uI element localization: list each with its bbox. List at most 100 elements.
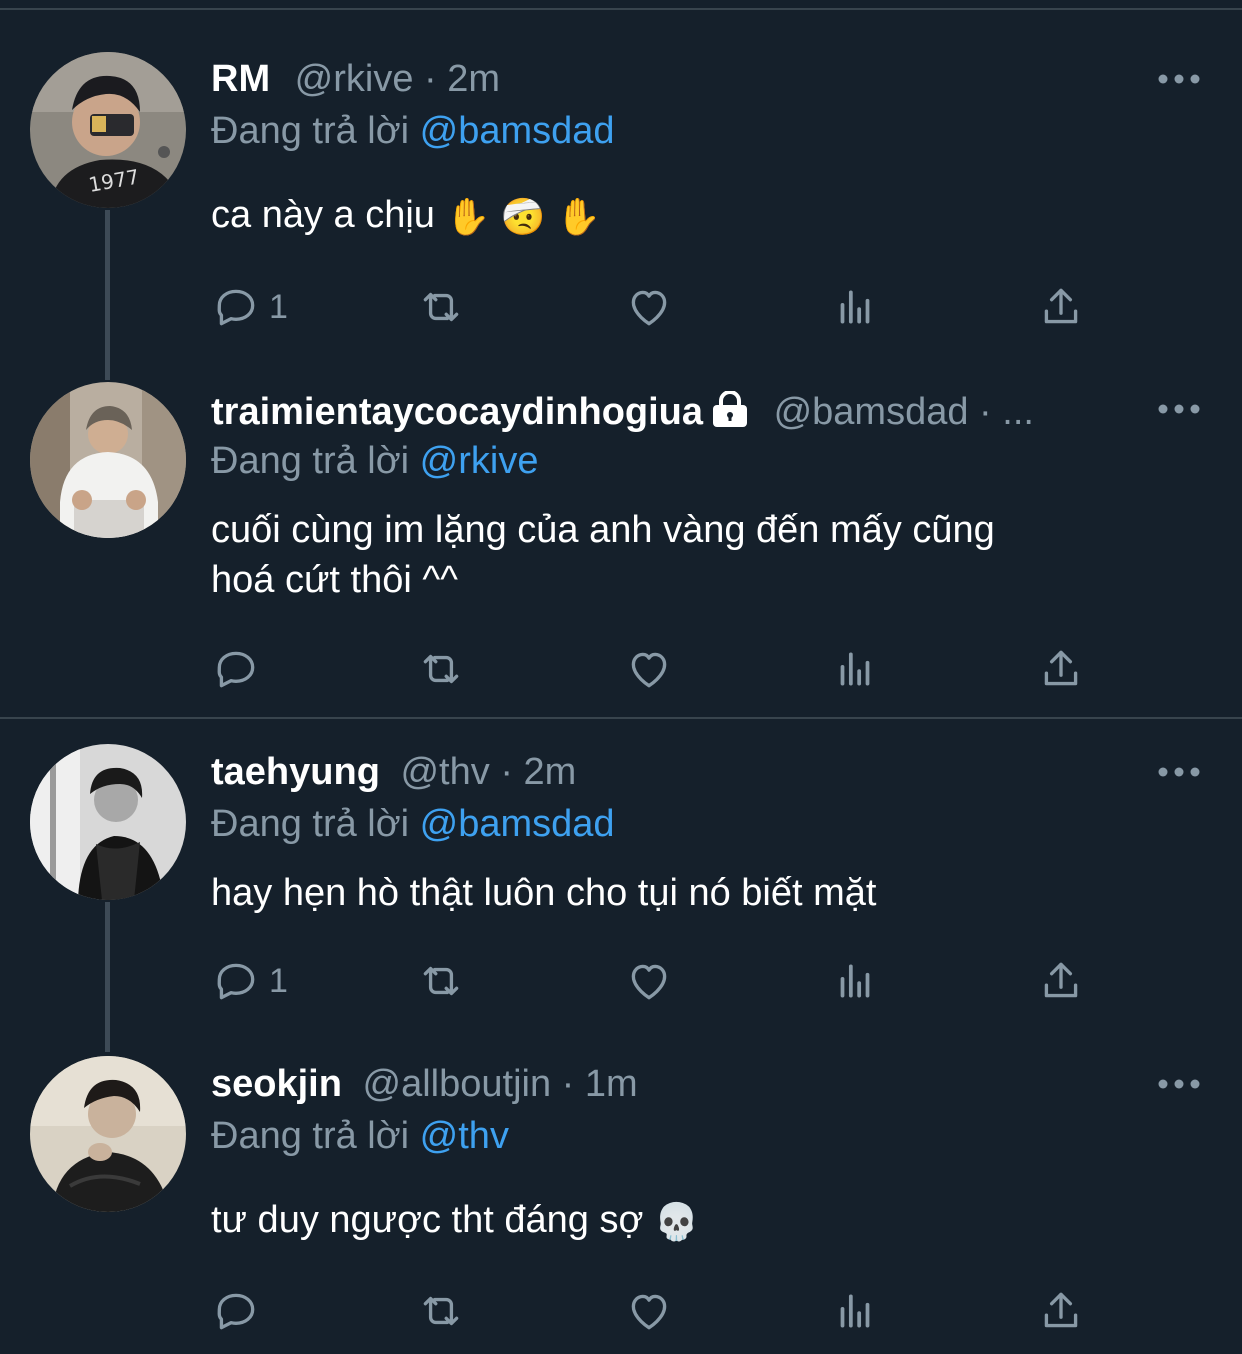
display-name[interactable]: RM — [211, 58, 270, 100]
lock-icon — [709, 390, 751, 437]
like-button[interactable] — [624, 1286, 674, 1336]
retweet-icon — [423, 654, 459, 684]
user-handle[interactable]: @rkive — [295, 58, 414, 100]
reply-mention[interactable]: @thv — [420, 1115, 509, 1157]
reply-button[interactable]: 1 — [211, 282, 288, 332]
timestamp[interactable]: 1m — [585, 1063, 638, 1105]
bandage-face-emoji: 🤕 — [500, 196, 546, 237]
analytics-button[interactable] — [830, 644, 880, 694]
share-button[interactable] — [1036, 644, 1086, 694]
reply-prefix: Đang trả lời — [211, 803, 420, 845]
display-name[interactable]: seokjin — [211, 1063, 342, 1105]
tweet-text-content: hay hẹn hò thật luôn cho tụi nó biết mặt — [211, 872, 877, 914]
raised-hand-emoji: ✋ — [445, 196, 491, 237]
analytics-button[interactable] — [830, 282, 880, 332]
more-icon[interactable] — [1158, 402, 1200, 416]
thread-line — [105, 210, 110, 380]
reply-prefix: Đang trả lời — [211, 1115, 420, 1157]
reply-context: Đang trả lời @bamsdad — [211, 802, 615, 846]
share-icon — [1044, 650, 1078, 686]
tweet-text-line: hoá cứt thôi ^^ — [211, 559, 458, 601]
avatar-rm[interactable]: 1977 — [30, 52, 186, 208]
reply-icon — [217, 1293, 255, 1330]
share-icon — [1044, 1292, 1078, 1328]
tweet-text-line: cuối cùng im lặng của anh vàng đến mấy c… — [211, 509, 995, 551]
tweet-header: RM @rkive · 2m — [211, 57, 500, 101]
like-icon — [631, 1294, 667, 1330]
analytics-icon — [840, 652, 870, 686]
reply-mention[interactable]: @rkive — [420, 440, 539, 482]
action-bar — [211, 1286, 1091, 1336]
tweet-header: seokjin @allboutjin · 1m — [211, 1062, 638, 1106]
user-handle[interactable]: @bamsdad — [774, 391, 969, 433]
skull-emoji: 💀 — [653, 1201, 699, 1242]
like-button[interactable] — [624, 644, 674, 694]
reply-mention[interactable]: @bamsdad — [420, 110, 615, 152]
reply-button[interactable] — [211, 1286, 261, 1336]
tweet-divider — [0, 717, 1242, 719]
retweet-button[interactable] — [416, 644, 466, 694]
timestamp[interactable]: 2m — [524, 751, 577, 793]
more-icon[interactable] — [1158, 765, 1200, 779]
reply-context: Đang trả lời @thv — [211, 1114, 509, 1158]
share-button[interactable] — [1036, 1286, 1086, 1336]
analytics-button[interactable] — [830, 956, 880, 1006]
separator-dot: · — [424, 58, 437, 100]
tweet-header: taehyung @thv · 2m — [211, 750, 576, 794]
tweet-text: hay hẹn hò thật luôn cho tụi nó biết mặt — [211, 868, 1171, 918]
display-name[interactable]: taehyung — [211, 751, 380, 793]
retweet-icon — [423, 292, 459, 322]
avatar-bamsdad[interactable] — [30, 382, 186, 538]
reply-button[interactable]: 1 — [211, 956, 288, 1006]
like-button[interactable] — [624, 282, 674, 332]
reply-icon — [217, 963, 255, 1000]
reply-context: Đang trả lời @bamsdad — [211, 109, 615, 153]
retweet-button[interactable] — [416, 956, 466, 1006]
retweet-icon — [423, 1296, 459, 1326]
reply-prefix: Đang trả lời — [211, 440, 420, 482]
retweet-icon — [423, 966, 459, 996]
reply-count: 1 — [269, 287, 288, 326]
action-bar: 1 — [211, 282, 1091, 332]
retweet-button[interactable] — [416, 282, 466, 332]
retweet-button[interactable] — [416, 1286, 466, 1336]
tweet-text: ca này a chịu ✋ 🤕 ✋ — [211, 190, 1171, 242]
display-name[interactable]: traimientaycocaydinhogiua — [211, 391, 703, 433]
share-button[interactable] — [1036, 282, 1086, 332]
reply-icon — [217, 651, 255, 688]
tweet-text: cuối cùng im lặng của anh vàng đến mấy c… — [211, 505, 1171, 605]
tweet-text-content: tư duy ngược tht đáng sợ — [211, 1199, 644, 1241]
share-icon — [1044, 288, 1078, 324]
reply-button[interactable] — [211, 644, 261, 694]
avatar-seokjin[interactable] — [30, 1056, 186, 1212]
analytics-icon — [840, 290, 870, 324]
top-divider — [0, 8, 1242, 10]
reply-prefix: Đang trả lời — [211, 110, 420, 152]
separator-dot: · — [500, 751, 513, 793]
like-icon — [631, 290, 667, 326]
timestamp[interactable]: ... — [1002, 391, 1034, 433]
reply-mention[interactable]: @bamsdad — [420, 803, 615, 845]
action-bar: 1 — [211, 956, 1091, 1006]
share-button[interactable] — [1036, 956, 1086, 1006]
tweet-header: traimientaycocaydinhogiua @bamsdad · ... — [211, 390, 1034, 437]
timestamp[interactable]: 2m — [447, 58, 500, 100]
user-handle[interactable]: @allboutjin — [363, 1063, 552, 1105]
like-icon — [631, 652, 667, 688]
analytics-icon — [840, 964, 870, 998]
analytics-icon — [840, 1294, 870, 1328]
like-button[interactable] — [624, 956, 674, 1006]
separator-dot: · — [561, 1063, 575, 1105]
raised-hand-emoji: ✋ — [556, 196, 602, 237]
more-icon[interactable] — [1158, 72, 1200, 86]
avatar-taehyung[interactable] — [30, 744, 186, 900]
reply-context: Đang trả lời @rkive — [211, 439, 538, 483]
reply-icon — [217, 289, 255, 326]
tweet-text-content: ca này a chịu — [211, 194, 435, 236]
share-icon — [1044, 962, 1078, 998]
user-handle[interactable]: @thv — [400, 751, 489, 793]
analytics-button[interactable] — [830, 1286, 880, 1336]
tweet-text: tư duy ngược tht đáng sợ 💀 — [211, 1195, 1171, 1247]
thread-line — [105, 902, 110, 1052]
more-icon[interactable] — [1158, 1077, 1200, 1091]
